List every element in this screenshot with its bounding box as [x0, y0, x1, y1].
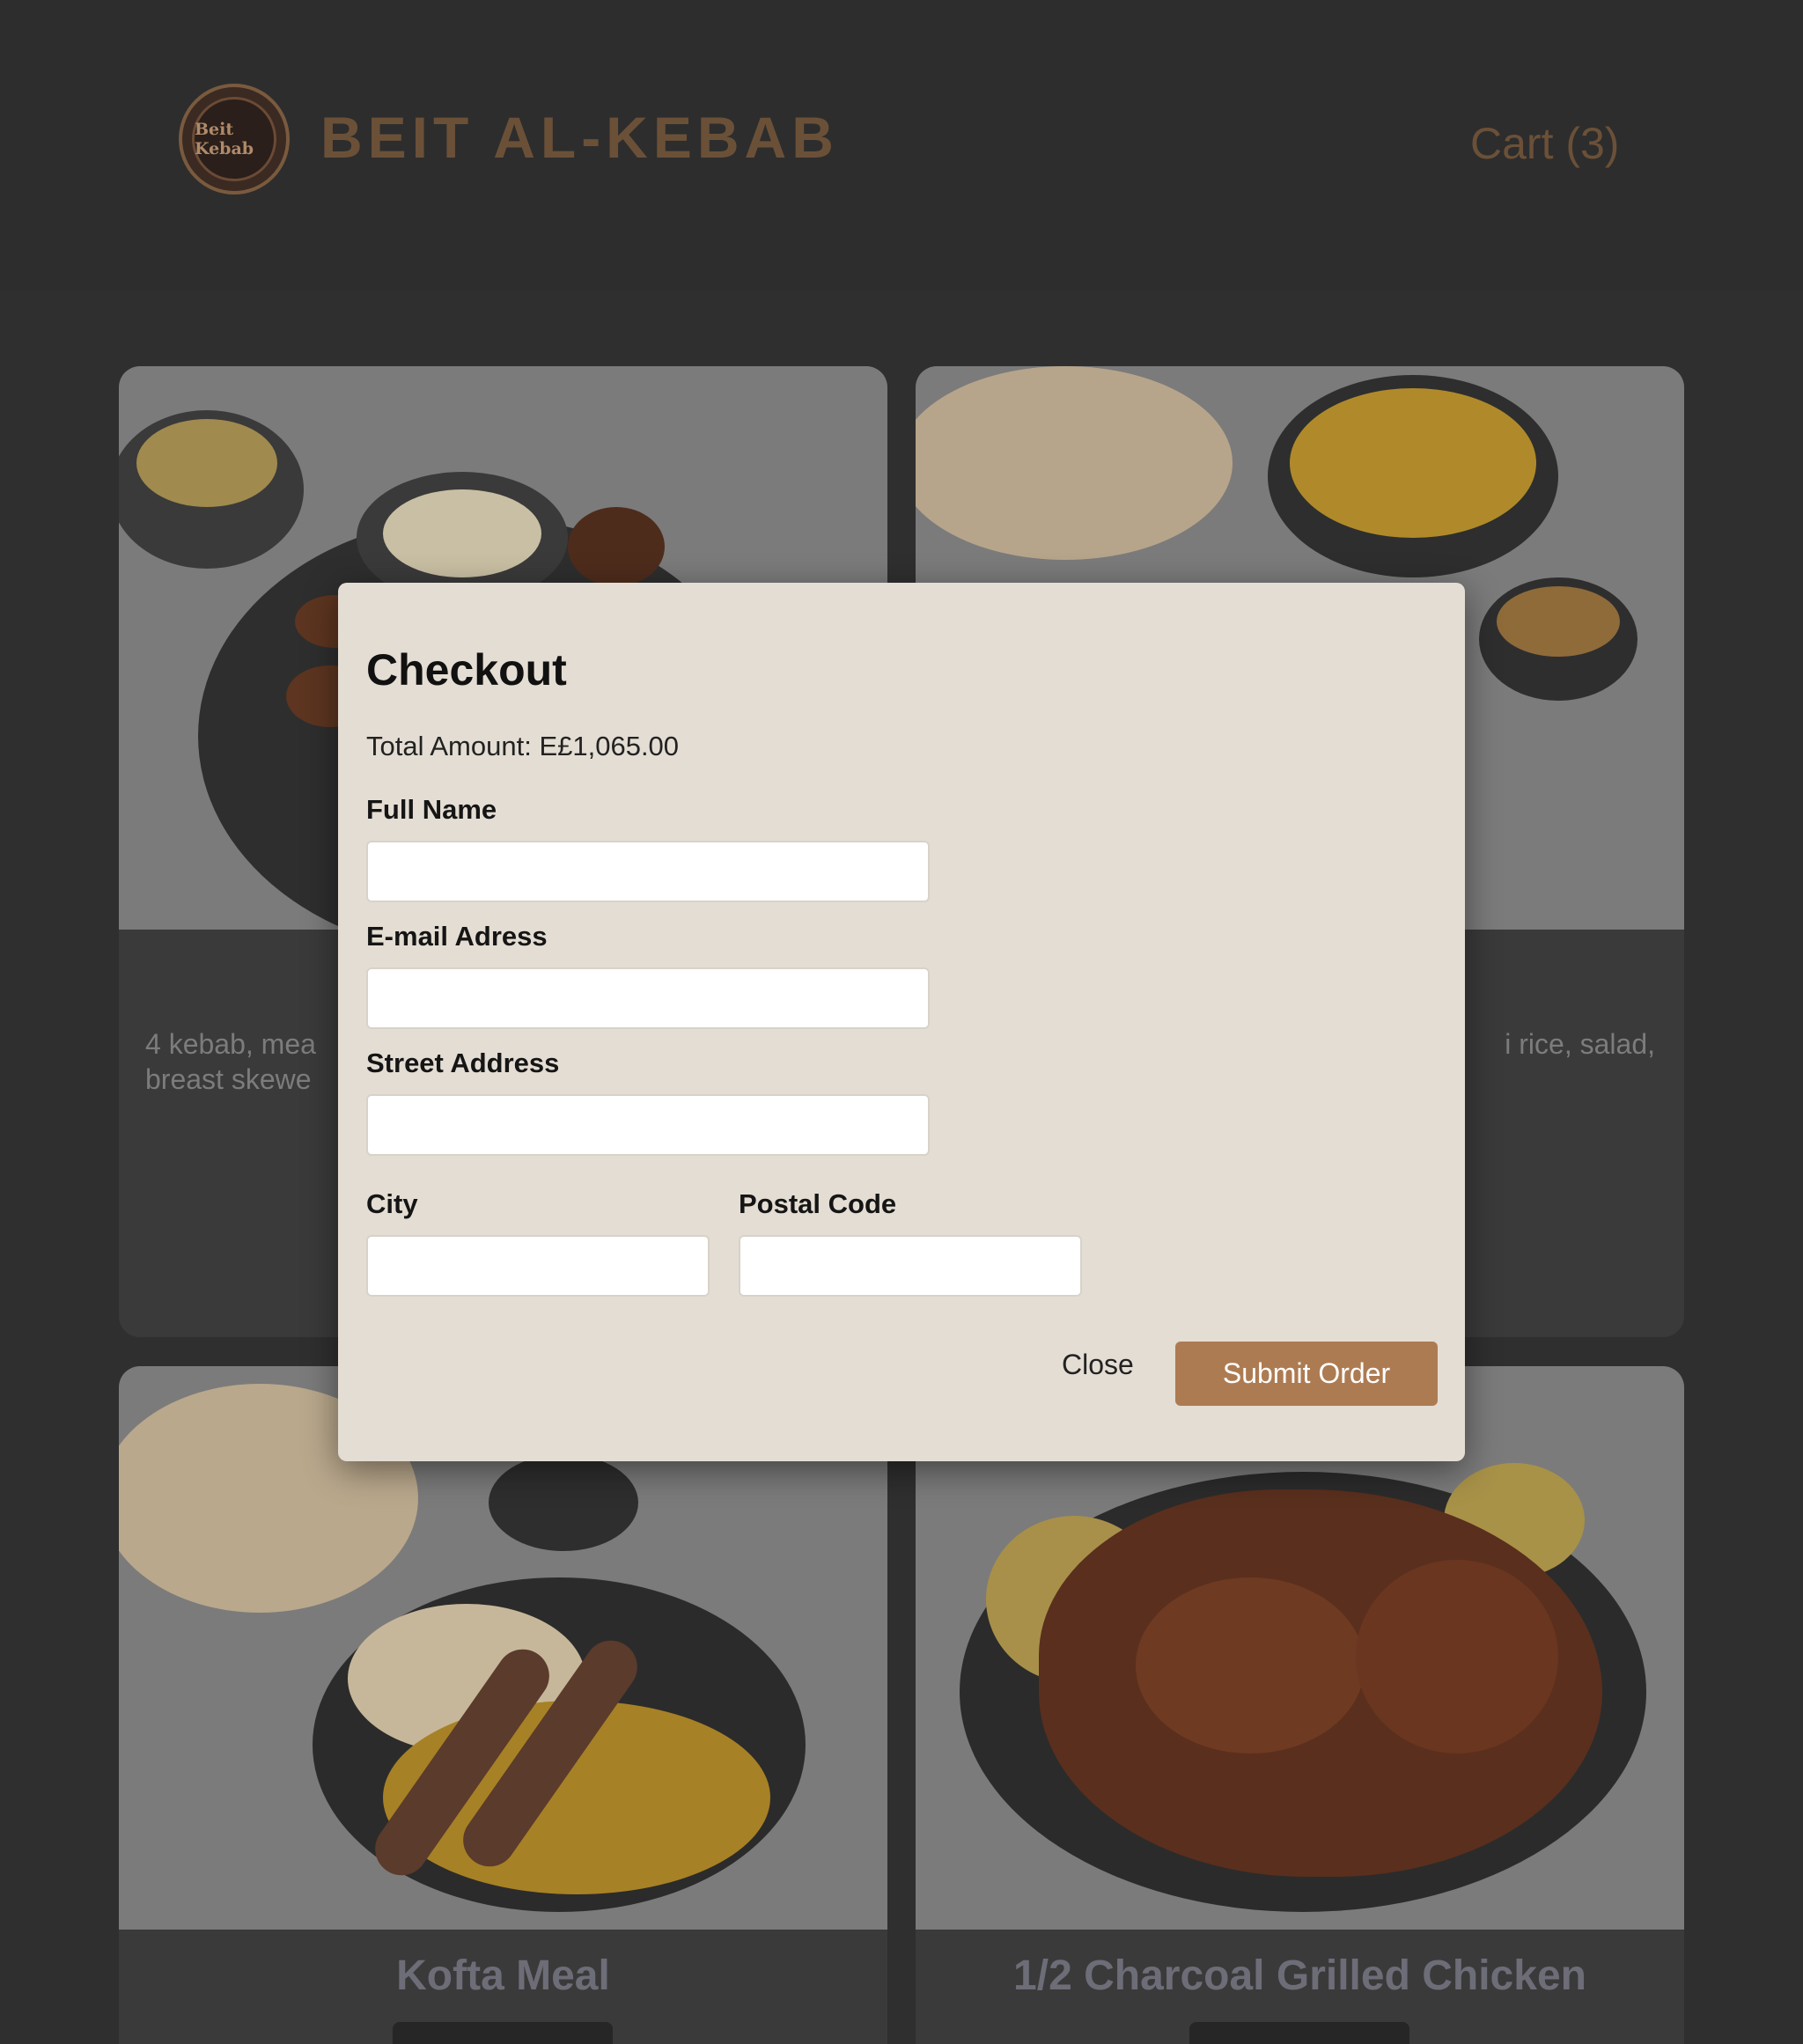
brand-name[interactable]: BEIT AL-KEBAB: [320, 104, 839, 171]
logo-text: Beit Kebab: [195, 120, 254, 158]
street-address-input[interactable]: [366, 1094, 930, 1156]
postal-code-label: Postal Code: [739, 1188, 897, 1219]
email-label: E-mail Adress: [366, 921, 548, 952]
meal-description-text: 4 kebab, mea breast skewe: [145, 1028, 316, 1095]
checkout-modal: Checkout Total Amount: E£1,065.00 Full N…: [338, 583, 1465, 1461]
meal-card-body: Kofta Meal: [119, 1930, 887, 2044]
modal-title: Checkout: [366, 645, 567, 695]
postal-code-input[interactable]: [739, 1235, 1082, 1297]
brand-logo[interactable]: Beit Kebab: [179, 84, 290, 195]
cart-link[interactable]: Cart (3): [1470, 118, 1619, 169]
email-input[interactable]: [366, 967, 930, 1029]
submit-order-button[interactable]: Submit Order: [1175, 1342, 1438, 1406]
meal-description-text: i rice, salad,: [1505, 1028, 1655, 1060]
street-address-label: Street Address: [366, 1048, 560, 1078]
meal-card[interactable]: 1/2 Charcoal Grilled Chicken: [916, 1366, 1684, 2044]
meal-title: 1/2 Charcoal Grilled Chicken: [1013, 1952, 1586, 1999]
add-to-cart-button[interactable]: [393, 2022, 613, 2044]
full-name-label: Full Name: [366, 794, 497, 825]
full-name-input[interactable]: [366, 841, 930, 902]
meal-card[interactable]: Kofta Meal: [119, 1366, 887, 2044]
close-button[interactable]: Close: [1062, 1349, 1134, 1381]
site-header: Beit Kebab BEIT AL-KEBAB Cart (3): [0, 0, 1803, 290]
logo-emblem: Beit Kebab: [192, 97, 276, 181]
meal-description: i rice, salad,: [1444, 1026, 1655, 1062]
meal-title: Kofta Meal: [396, 1952, 610, 1999]
city-label: City: [366, 1188, 418, 1219]
meal-card-body: 1/2 Charcoal Grilled Chicken: [916, 1930, 1684, 2044]
city-input[interactable]: [366, 1235, 710, 1297]
total-amount: Total Amount: E£1,065.00: [366, 731, 680, 761]
page: Beit Kebab BEIT AL-KEBAB Cart (3) 4 keba…: [0, 0, 1803, 2044]
add-to-cart-button[interactable]: [1189, 2022, 1409, 2044]
